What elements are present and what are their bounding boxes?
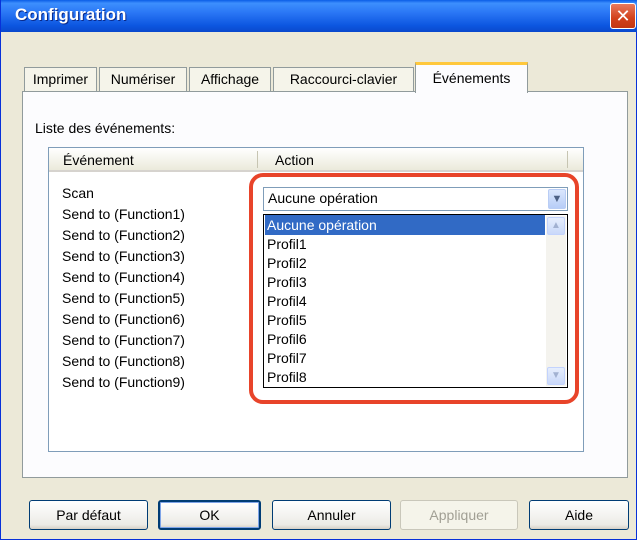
- ok-button[interactable]: OK: [158, 500, 261, 530]
- event-item[interactable]: Send to (Function9): [62, 372, 185, 392]
- tab-affichage[interactable]: Affichage: [189, 67, 271, 91]
- event-item[interactable]: Send to (Function5): [62, 288, 185, 308]
- event-item[interactable]: Send to (Function2): [62, 225, 185, 245]
- event-item[interactable]: Send to (Function1): [62, 204, 185, 224]
- event-item[interactable]: Send to (Function4): [62, 267, 185, 287]
- event-item[interactable]: Send to (Function8): [62, 351, 185, 371]
- close-button[interactable]: ✕: [610, 3, 636, 29]
- tab-label: Affichage: [200, 71, 260, 87]
- column-separator[interactable]: [567, 151, 568, 168]
- tab-label: Imprimer: [32, 71, 89, 87]
- highlight-annotation: [249, 173, 579, 404]
- event-item[interactable]: Send to (Function6): [62, 309, 185, 329]
- events-list-label: Liste des événements:: [35, 120, 176, 136]
- cancel-button[interactable]: Annuler: [272, 500, 391, 530]
- default-button[interactable]: Par défaut: [29, 500, 148, 530]
- column-header-action[interactable]: Action: [275, 152, 314, 168]
- tab-imprimer[interactable]: Imprimer: [24, 67, 97, 91]
- listview-header: Événement Action: [49, 148, 583, 172]
- window-title: Configuration: [15, 5, 127, 24]
- tab-evenements[interactable]: Événements: [415, 62, 528, 93]
- column-separator[interactable]: [257, 151, 258, 168]
- event-item[interactable]: Scan: [62, 183, 94, 203]
- event-item[interactable]: Send to (Function7): [62, 330, 185, 350]
- tab-label: Raccourci-clavier: [289, 71, 398, 87]
- apply-button[interactable]: Appliquer: [400, 500, 518, 530]
- help-button[interactable]: Aide: [529, 500, 629, 530]
- column-header-event[interactable]: Événement: [63, 152, 134, 168]
- title-bar[interactable]: Configuration ✕: [1, 0, 637, 32]
- configuration-window: Configuration ✕ Imprimer Numériser Affic…: [0, 0, 637, 540]
- event-item[interactable]: Send to (Function3): [62, 246, 185, 266]
- tab-numeriser[interactable]: Numériser: [99, 67, 187, 91]
- tab-raccourci-clavier[interactable]: Raccourci-clavier: [273, 67, 414, 91]
- tab-label: Numériser: [110, 71, 176, 87]
- close-icon: ✕: [615, 6, 631, 26]
- tab-label: Événements: [432, 70, 511, 86]
